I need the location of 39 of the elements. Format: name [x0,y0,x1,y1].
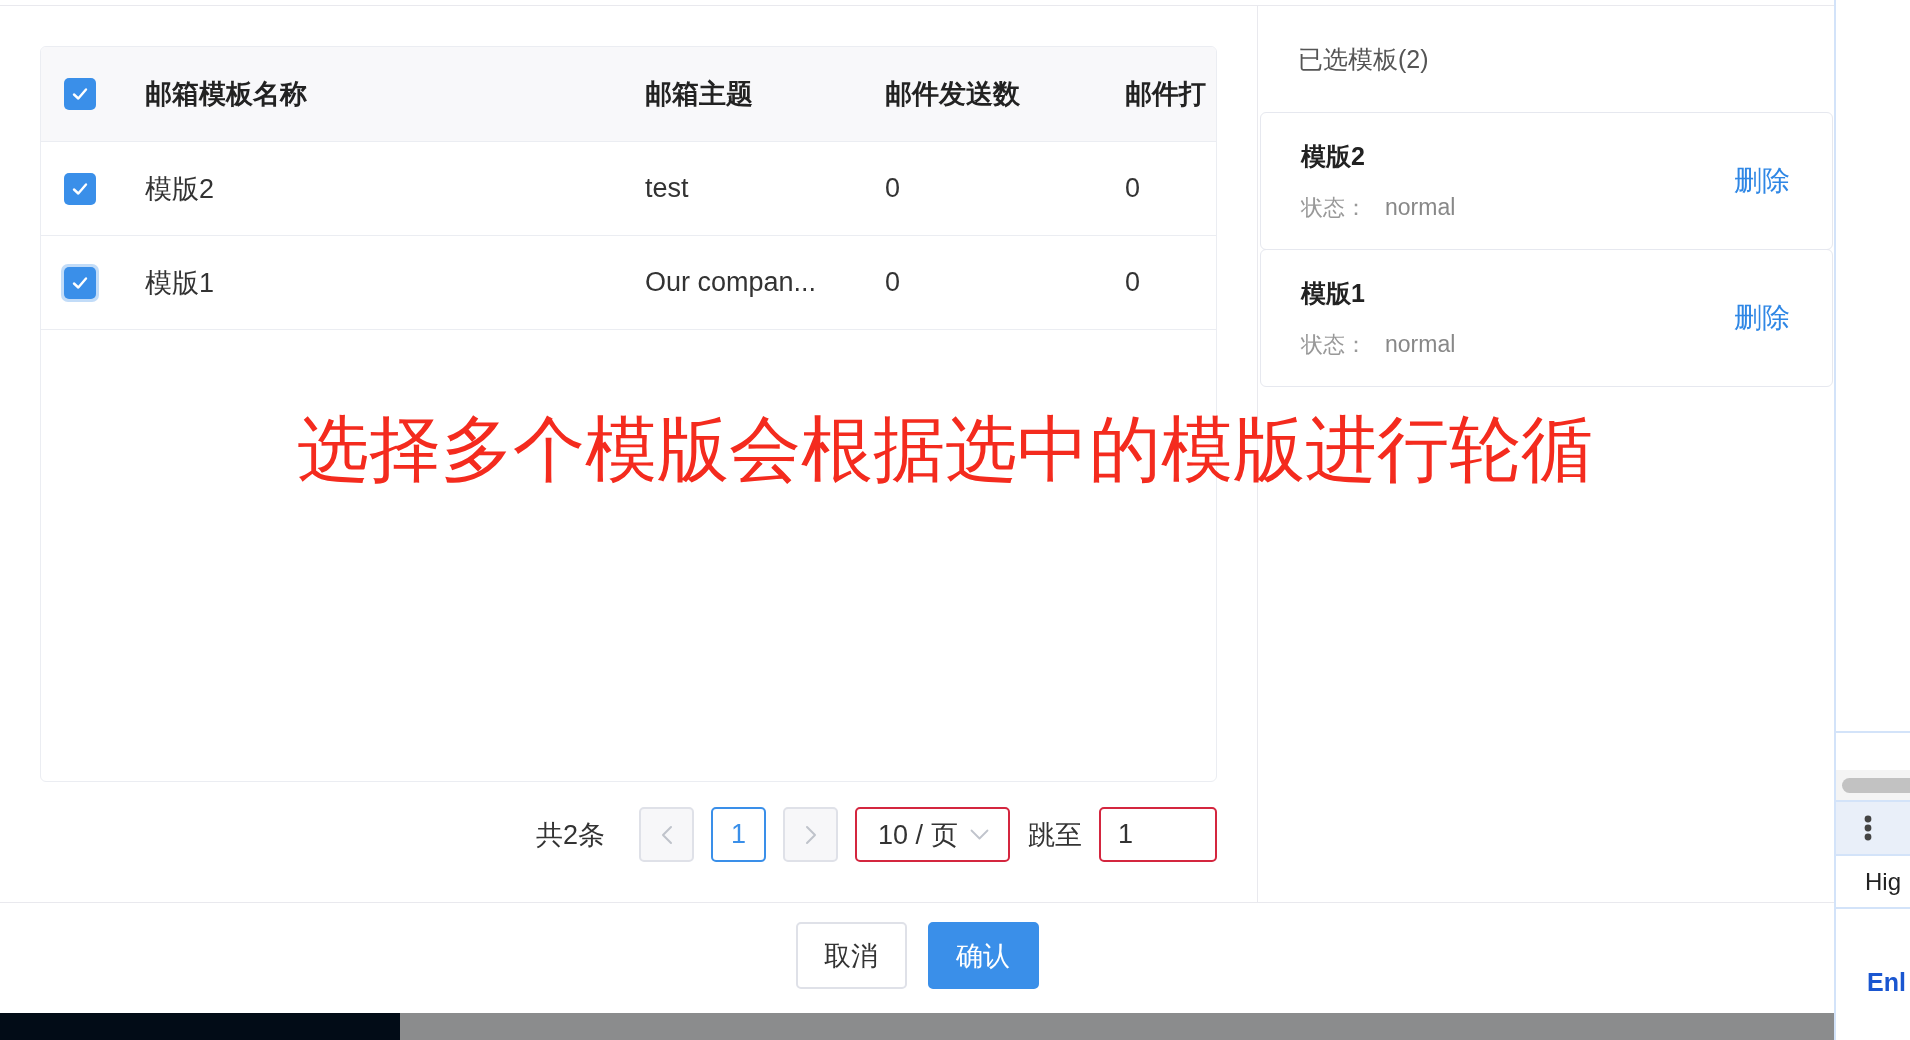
table-cell: 0 [885,173,901,203]
status-value: normal [1385,330,1456,358]
table-cell: 模版2 [145,173,215,204]
heading-text: Enl [1867,968,1906,996]
status-label: 状态： [1301,330,1367,359]
template-name: 模版1 [1301,277,1366,309]
table-cell: 0 [885,267,901,297]
table-cell: test [645,173,689,203]
page-size-select[interactable]: 10 / 页 [855,807,1010,862]
more-icon[interactable] [1864,815,1872,841]
cancel-button[interactable]: 取消 [795,922,907,989]
table-cell: 0 [1125,173,1141,203]
jump-to-label: 跳至 [1028,818,1082,852]
column-header: 邮件发送数 [885,79,1020,109]
jump-page-input[interactable]: 1 [1099,807,1217,862]
page-button[interactable]: 1 [711,807,766,862]
total-count: 共2条 [535,818,605,852]
confirm-button[interactable]: 确认 [927,922,1039,989]
chevron-down-icon [969,829,989,840]
column-header: 邮箱模板名称 [145,79,307,109]
chevron-left-icon [660,824,673,845]
table-cell: 0 [1125,267,1141,297]
column-header: 邮箱主题 [645,79,753,109]
status-label: 状态： [1301,193,1367,222]
checkbox[interactable] [64,78,96,110]
status-value: normal [1385,193,1456,221]
cell-text: Hig [1865,867,1901,896]
table-cell: Our compan... [645,267,817,297]
template-name: 模版2 [1301,140,1366,172]
delete-link[interactable]: 删除 [1734,299,1790,337]
chevron-right-icon [804,824,817,845]
table-cell: 模版1 [145,267,215,298]
annotation-text: 选择多个模版会根据选中的模版进行轮循 [297,413,1593,485]
column-header: 邮件打 [1125,79,1206,109]
panel-title: 已选模板(2) [1298,43,1429,75]
scrollbar[interactable] [1836,770,1910,802]
checkbox[interactable] [64,172,96,205]
delete-link[interactable]: 删除 [1734,162,1790,200]
scrollbar-thumb[interactable] [1842,777,1910,793]
